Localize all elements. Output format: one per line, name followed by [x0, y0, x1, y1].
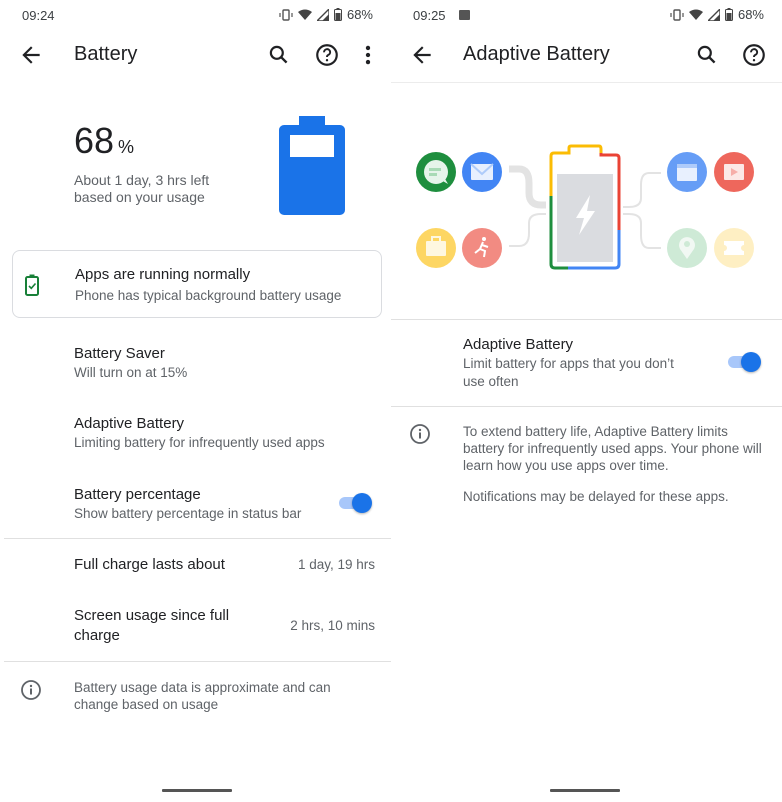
info-paragraph-2: Notifications may be delayed for these a…	[463, 489, 729, 504]
page-title: Battery	[74, 43, 138, 65]
pref-title: Adaptive Battery	[74, 415, 185, 432]
fitness-icon	[462, 228, 502, 268]
battery-illustration	[549, 144, 621, 270]
stat-screen-usage: Screen usage since full charge 2 hrs, 10…	[74, 606, 391, 646]
app-bar: Battery	[0, 32, 391, 78]
battery-level-icon	[279, 116, 345, 215]
battery-screen: 09:24 68% Battery 68% About 1 day, 3 hrs…	[0, 0, 391, 802]
divider	[391, 319, 782, 320]
divider	[4, 538, 391, 539]
connector-line	[623, 172, 661, 208]
pref-title: Battery Saver	[74, 345, 165, 362]
status-battery-percent: 68%	[737, 7, 764, 22]
battery-check-icon	[25, 274, 39, 296]
battery-icon	[724, 8, 733, 21]
battery-icon	[333, 8, 342, 21]
gesture-nav-handle[interactable]	[162, 789, 232, 792]
status-time: 09:25	[413, 8, 446, 23]
footnote-text: Battery usage data is approximate and ca…	[74, 680, 331, 712]
info-icon	[21, 680, 41, 700]
youtube-icon	[714, 152, 754, 192]
pref-battery-saver[interactable]: Battery Saver Will turn on at 15%	[74, 344, 391, 382]
image-notification-icon	[459, 10, 470, 20]
wifi-icon	[688, 9, 703, 20]
info-icon	[410, 424, 430, 444]
adaptive-battery-toggle[interactable]	[726, 351, 762, 373]
status-battery-percent: 68%	[346, 7, 373, 22]
battery-level-unit: %	[118, 137, 135, 157]
pref-adaptive-battery[interactable]: Adaptive Battery Limiting battery for in…	[74, 414, 391, 452]
maps-icon	[667, 228, 707, 268]
toggle-thumb	[352, 493, 372, 513]
gesture-nav-handle[interactable]	[550, 789, 620, 792]
status-card-subtitle: Phone has typical background battery usa…	[75, 288, 342, 303]
battery-percentage-toggle[interactable]	[337, 492, 373, 514]
connector-line	[509, 213, 546, 247]
status-bar: 09:24 68%	[0, 0, 391, 32]
email-icon	[462, 152, 502, 192]
connector-line	[509, 165, 546, 209]
stat-value: 1 day, 19 hrs	[297, 557, 375, 572]
battery-level-value: 68	[74, 120, 115, 161]
back-arrow-icon[interactable]	[18, 42, 44, 68]
stat-label: Screen usage since full charge	[74, 607, 230, 644]
more-vert-icon[interactable]	[355, 42, 381, 68]
help-icon[interactable]	[314, 42, 340, 68]
battery-level: 68%	[74, 120, 134, 162]
ticket-icon	[714, 228, 754, 268]
battery-remaining-text: About 1 day, 3 hrs left based on your us…	[74, 172, 210, 205]
adaptive-battery-illustration	[391, 82, 782, 320]
search-icon[interactable]	[694, 42, 720, 68]
divider	[4, 661, 391, 662]
help-icon[interactable]	[741, 42, 767, 68]
stat-full-charge: Full charge lasts about 1 day, 19 hrs	[74, 555, 391, 575]
wifi-icon	[297, 9, 312, 20]
back-arrow-icon[interactable]	[409, 42, 435, 68]
illustration-graphic	[416, 144, 754, 270]
vibrate-icon	[279, 8, 293, 21]
setting-subtitle: Limit battery for apps that you don’t us…	[463, 356, 674, 389]
calendar-icon	[667, 152, 707, 192]
status-bar: 09:25 68%	[391, 0, 782, 32]
search-icon[interactable]	[266, 42, 292, 68]
divider	[391, 406, 782, 407]
status-time: 09:24	[22, 8, 55, 23]
info-paragraph-1: To extend battery life, Adaptive Battery…	[463, 424, 762, 473]
messages-icon	[416, 152, 456, 192]
status-card-title: Apps are running normally	[75, 266, 251, 283]
status-card[interactable]: Apps are running normally Phone has typi…	[12, 250, 382, 318]
stat-value: 2 hrs, 10 mins	[290, 618, 375, 633]
app-bar: Adaptive Battery	[391, 32, 782, 78]
briefcase-icon	[416, 228, 456, 268]
connector-line	[623, 213, 661, 249]
pref-subtitle: Limiting battery for infrequently used a…	[74, 435, 325, 450]
pref-subtitle: Will turn on at 15%	[74, 365, 188, 380]
signal-icon	[707, 8, 720, 21]
adaptive-battery-screen: 09:25 68% Adaptive Battery Adaptive Batt…	[391, 0, 782, 802]
page-title: Adaptive Battery	[463, 43, 610, 65]
toggle-thumb	[741, 352, 761, 372]
vibrate-icon	[670, 8, 684, 21]
signal-icon	[316, 8, 329, 21]
